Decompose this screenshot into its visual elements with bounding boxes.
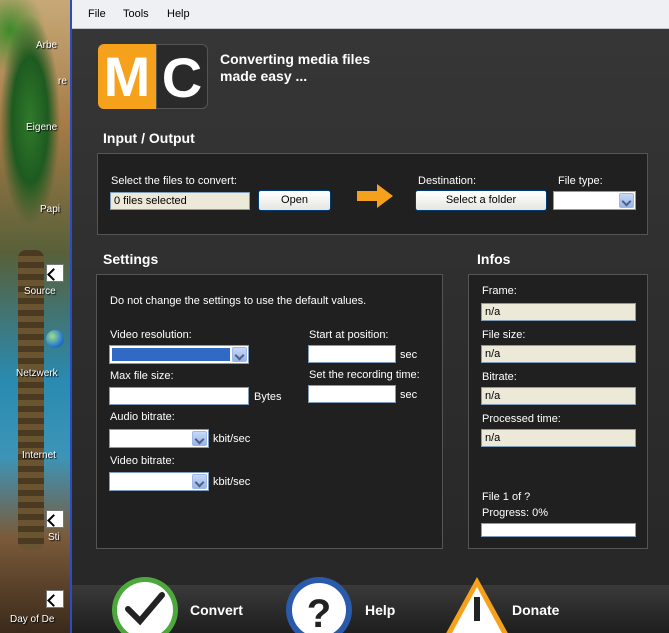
app-window: File Tools Help M C Converting media fil… [70, 0, 669, 633]
desktop-label-papi: Papi [40, 204, 61, 215]
shortcut-icon[interactable] [46, 590, 64, 608]
audio-kbits-unit: kbit/sec [213, 433, 251, 445]
video-resolution-selection [112, 348, 230, 361]
progress-text: Progress: 0% [482, 507, 549, 519]
video-bitrate-label: Video bitrate: [110, 455, 175, 467]
audio-bitrate-label: Audio bitrate: [110, 411, 175, 423]
frame-value: n/a [481, 303, 636, 321]
desktop-label-netzwerk: Netzwerk [16, 368, 58, 379]
select-folder-button[interactable]: Select a folder [415, 190, 547, 211]
file-type-select[interactable] [553, 191, 636, 210]
recording-sec-unit: sec [400, 389, 418, 401]
max-file-size-input[interactable] [109, 387, 249, 405]
menu-bar: File Tools Help [72, 0, 669, 29]
desktop-label-eigene: Eigene [26, 122, 58, 133]
file-type-label: File type: [558, 175, 603, 187]
desktop-label-arbe: Arbe [36, 40, 58, 51]
file-count-label: File 1 of ? [482, 491, 531, 503]
chevron-down-icon[interactable] [192, 431, 207, 446]
client-area: M C Converting media files made easy ...… [72, 29, 669, 633]
start-position-label: Start at position: [309, 329, 389, 341]
desktop-label-sti: Sti [48, 532, 60, 543]
donate-warning-icon[interactable] [442, 575, 512, 633]
infos-panel: Frame: n/a File size: n/a Bitrate: n/a P… [468, 274, 648, 549]
tagline-line-1: Converting media files [220, 51, 371, 67]
globe-icon[interactable] [46, 330, 64, 348]
bitrate-label: Bitrate: [482, 371, 517, 383]
menu-file[interactable]: File [88, 8, 106, 20]
settings-panel: Do not change the settings to use the de… [96, 274, 443, 549]
start-position-input[interactable] [308, 345, 396, 363]
settings-hint: Do not change the settings to use the de… [110, 295, 367, 307]
video-resolution-label: Video resolution: [110, 329, 192, 341]
recording-time-input[interactable] [308, 385, 396, 403]
frame-label: Frame: [482, 285, 517, 297]
settings-section-title: Settings [103, 251, 159, 267]
chevron-down-icon[interactable] [232, 347, 247, 362]
shortcut-icon[interactable] [46, 510, 64, 528]
chevron-down-icon[interactable] [192, 474, 207, 489]
progress-bar [481, 523, 636, 537]
help-question-icon[interactable]: ? [284, 575, 354, 633]
mc-logo: M C [98, 44, 208, 109]
io-section-title: Input / Output [103, 130, 195, 146]
files-selected-field: 0 files selected [110, 192, 250, 210]
max-file-size-label: Max file size: [110, 370, 174, 382]
convert-checkmark-icon[interactable] [110, 575, 180, 633]
video-resolution-select[interactable] [109, 345, 249, 364]
arrow-right-icon [357, 184, 393, 208]
menu-tools[interactable]: Tools [123, 8, 149, 20]
video-kbits-unit: kbit/sec [213, 476, 251, 488]
convert-label[interactable]: Convert [190, 602, 243, 618]
start-sec-unit: sec [400, 349, 418, 361]
bytes-unit: Bytes [254, 391, 282, 403]
svg-text:?: ? [307, 592, 331, 633]
donate-label[interactable]: Donate [512, 602, 559, 618]
processed-time-value: n/a [481, 429, 636, 447]
logo-m: M [98, 44, 156, 109]
io-panel: Select the files to convert: 0 files sel… [97, 153, 648, 235]
desktop-label-source: Source [24, 286, 56, 297]
video-bitrate-select[interactable] [109, 472, 209, 491]
tagline: Converting media files made easy ... [220, 51, 410, 85]
infos-section-title: Infos [477, 251, 511, 267]
shortcut-icon[interactable] [46, 264, 64, 282]
audio-bitrate-select[interactable] [109, 429, 209, 448]
open-button[interactable]: Open [258, 190, 331, 211]
menu-help[interactable]: Help [167, 8, 190, 20]
desktop-label-internet: Internet [22, 450, 56, 461]
processed-time-label: Processed time: [482, 413, 561, 425]
desktop-label-day-of-de: Day of De [10, 614, 55, 625]
desktop-label-re: re [58, 76, 67, 87]
destination-label: Destination: [418, 175, 477, 187]
logo-c: C [156, 44, 208, 109]
file-size-label: File size: [482, 329, 526, 341]
recording-time-label: Set the recording time: [309, 369, 420, 381]
tagline-line-2: made easy ... [220, 68, 308, 84]
chevron-down-icon[interactable] [619, 193, 634, 208]
file-size-value: n/a [481, 345, 636, 363]
select-files-label: Select the files to convert: [111, 175, 237, 187]
desktop-background: Arbe re Eigene Papi Source Netzwerk Inte… [0, 0, 70, 633]
bitrate-value: n/a [481, 387, 636, 405]
help-label[interactable]: Help [365, 602, 395, 618]
action-bar: Convert ? Help Donate [72, 577, 669, 633]
